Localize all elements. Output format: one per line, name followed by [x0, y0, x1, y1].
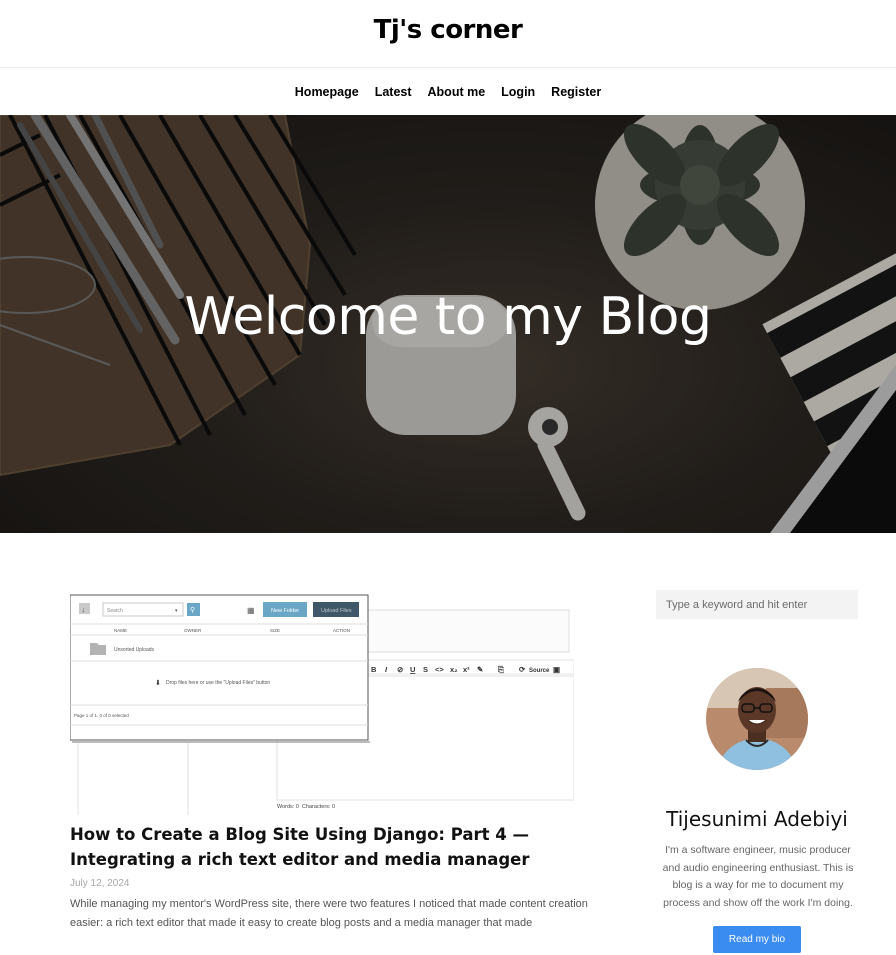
svg-text:⊘: ⊘ [397, 665, 404, 674]
nav-about-me[interactable]: About me [420, 85, 494, 99]
site-header: Tj's corner [0, 0, 896, 68]
svg-text:⬇: ⬇ [155, 679, 161, 687]
page-info: Page 1 of 1, 0 of 0 selected [74, 713, 129, 718]
svg-text:✎: ✎ [477, 665, 484, 674]
source-label: Source [529, 668, 550, 674]
drop-hint: Drop files here or use the "Upload Files… [166, 680, 270, 686]
word-count: Words: 0 [277, 804, 299, 810]
svg-text:<>: <> [435, 665, 444, 674]
hero-title: Welcome to my Blog [184, 287, 712, 347]
svg-text:⟳: ⟳ [519, 665, 526, 674]
main-nav: Homepage Latest About me Login Register [0, 68, 896, 115]
nav-login[interactable]: Login [493, 85, 543, 99]
svg-text:⚲: ⚲ [190, 606, 195, 614]
col-size: SIZE [270, 628, 280, 633]
svg-text:B: B [371, 665, 377, 674]
nav-latest[interactable]: Latest [367, 85, 420, 99]
col-owner: OWNER [184, 628, 202, 633]
svg-text:x₂: x₂ [450, 665, 458, 674]
folder-name: Unsorted Uploads [114, 647, 155, 653]
nav-register[interactable]: Register [543, 85, 609, 99]
svg-text:S: S [423, 665, 428, 674]
nav-homepage[interactable]: Homepage [287, 85, 367, 99]
svg-text:▣: ▣ [553, 665, 560, 674]
post-date: July 12, 2024 [70, 878, 130, 889]
author-photo [706, 668, 808, 770]
post-thumbnail[interactable]: BI ⊘ U S <> x₂ x² ✎ ⎘ ⟳ Source ▣ Words: 0 Ch… [70, 593, 574, 815]
col-action: ACTION [333, 628, 350, 633]
media-manager-dialog: ↓ Search ▾ ⚲ ▦ New Folder Upload Files N… [70, 594, 370, 743]
svg-text:⎘: ⎘ [498, 664, 505, 674]
sidebar-search-input[interactable] [656, 590, 858, 619]
svg-text:U: U [410, 665, 415, 674]
author-bio: I'm a software engineer, music producer … [662, 844, 854, 909]
char-count: Characters: 0 [302, 804, 335, 810]
read-my-bio-button[interactable]: Read my bio [713, 926, 801, 953]
author-name: Tijesunimi Adebiyi [666, 807, 848, 831]
media-search-placeholder: Search [107, 608, 123, 614]
svg-text:x²: x² [463, 665, 470, 674]
col-name: NAME [114, 628, 127, 633]
upload-files-label: Upload Files [321, 608, 352, 614]
sidebar: Tijesunimi Adebiyi I'm a software engine… [656, 590, 858, 953]
hero-banner: Welcome to my Blog [0, 115, 896, 533]
new-folder-label: New Folder [271, 608, 299, 614]
svg-text:▦: ▦ [247, 606, 255, 615]
post-excerpt: While managing my mentor's WordPress sit… [70, 898, 588, 929]
post-title[interactable]: How to Create a Blog Site Using Django: … [70, 822, 580, 872]
author-avatar [706, 668, 808, 770]
site-title[interactable]: Tj's corner [374, 15, 523, 45]
svg-text:↓: ↓ [82, 607, 86, 614]
